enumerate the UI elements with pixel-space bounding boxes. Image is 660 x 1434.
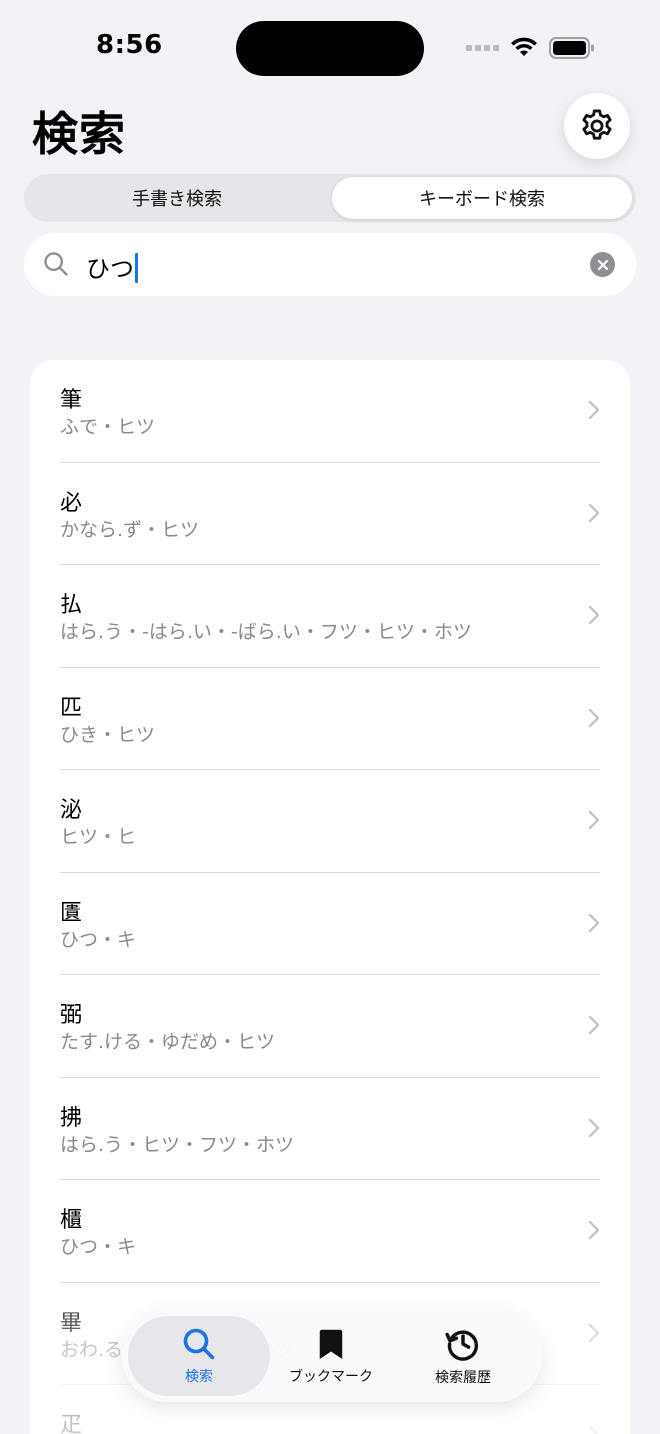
kanji-character: 拂 xyxy=(60,1105,83,1131)
list-item[interactable]: 泌ヒツ・ヒ xyxy=(60,770,600,873)
wifi-icon xyxy=(509,37,539,59)
list-item[interactable]: 払はら.う・-はら.い・-ばら.い・フツ・ヒツ・ホツ xyxy=(60,565,600,668)
search-input[interactable]: ひつ xyxy=(86,249,138,284)
kanji-reading: ひつ・キ xyxy=(60,928,137,951)
kanji-character: 泌 xyxy=(60,798,83,823)
kanji-reading: はら.う・ヒツ・フツ・ホツ xyxy=(60,1133,295,1156)
tab-bar: 検索 ブックマーク 検索履歴 xyxy=(122,1310,542,1402)
text-caret xyxy=(135,253,138,283)
list-item[interactable]: 弼たす.ける・ゆだめ・ヒツ xyxy=(60,975,600,1078)
kanji-reading: たす.ける・ゆだめ・ヒツ xyxy=(60,1031,276,1053)
settings-button[interactable] xyxy=(564,93,630,159)
chevron-right-icon xyxy=(588,400,600,420)
tab-history[interactable]: 検索履歴 xyxy=(392,1316,534,1396)
cellular-icon xyxy=(466,45,499,51)
kanji-character: 弼 xyxy=(60,1003,83,1028)
chevron-right-icon xyxy=(588,913,600,932)
page-title: 検索 xyxy=(32,107,126,161)
clear-search-button[interactable] xyxy=(590,252,615,277)
kanji-character: 筆 xyxy=(60,388,83,413)
kanji-character: 畢 xyxy=(60,1310,83,1336)
kanji-reading: ヒツ・ヒ xyxy=(60,826,137,848)
chevron-right-icon xyxy=(588,503,600,522)
search-bar[interactable]: ひつ xyxy=(24,233,636,296)
kanji-reading: ひつ・キ xyxy=(60,1236,137,1258)
chevron-right-icon xyxy=(588,708,600,727)
kanji-reading: ひき・ヒツ xyxy=(60,723,156,746)
kanji-reading: かなら.ず・ヒツ xyxy=(60,518,200,541)
chevron-right-icon xyxy=(588,605,600,625)
screen: 8:56 検索 手書き検索 キーボード検索 ひつ 筆 ふで・ヒツ 必 かなら.ず… xyxy=(0,0,660,1434)
search-input-text: ひつ xyxy=(86,255,134,283)
search-icon xyxy=(183,1328,215,1360)
tab-handwriting-search[interactable]: 手書き検索 xyxy=(27,177,327,219)
list-item[interactable]: 匱ひつ・キ xyxy=(60,873,600,975)
kanji-character: 匱 xyxy=(60,900,83,926)
tab-keyboard-search[interactable]: キーボード検索 xyxy=(332,177,632,219)
list-item[interactable]: 必かなら.ず・ヒツ xyxy=(60,463,600,565)
results-list: 筆ふで・ヒツ必かなら.ず・ヒツ払はら.う・-はら.い・-ばら.い・フツ・ヒツ・ホ… xyxy=(30,360,630,1434)
bookmark-icon xyxy=(319,1329,343,1359)
list-item[interactable]: 匹ひき・ヒツ xyxy=(60,668,600,770)
dynamic-island xyxy=(236,21,424,76)
list-item[interactable]: 筆ふで・ヒツ xyxy=(60,360,600,463)
kanji-character: 匹 xyxy=(60,695,83,721)
tab-bookmarks-label: ブックマーク xyxy=(289,1369,373,1385)
search-icon xyxy=(44,252,68,276)
chevron-right-icon xyxy=(588,1323,600,1342)
kanji-character: 払 xyxy=(60,593,83,618)
history-icon xyxy=(445,1330,479,1361)
tab-history-label: 検索履歴 xyxy=(435,1370,491,1386)
tab-search[interactable]: 検索 xyxy=(128,1316,270,1396)
kanji-character: 疋 xyxy=(60,1413,83,1434)
search-mode-segmented-control: 手書き検索 キーボード検索 xyxy=(24,174,636,222)
chevron-right-icon xyxy=(588,1220,600,1240)
status-time: 8:56 xyxy=(96,30,163,60)
close-icon xyxy=(597,259,608,270)
chevron-right-icon xyxy=(588,1425,599,1434)
battery-icon xyxy=(549,37,595,59)
chevron-right-icon xyxy=(588,1015,600,1035)
kanji-character: 必 xyxy=(60,490,83,516)
gear-icon xyxy=(582,109,612,140)
chevron-right-icon xyxy=(588,810,600,830)
kanji-reading: ふで・ヒツ xyxy=(60,416,156,438)
list-item[interactable]: 拂はら.う・ヒツ・フツ・ホツ xyxy=(60,1078,600,1180)
tab-bookmarks[interactable]: ブックマーク xyxy=(260,1316,402,1396)
status-icons xyxy=(466,34,595,62)
chevron-right-icon xyxy=(588,1118,600,1137)
kanji-character: 櫃 xyxy=(60,1208,83,1233)
kanji-reading: はら.う・-はら.い・-ばら.い・フツ・ヒツ・ホツ xyxy=(60,621,472,643)
tab-search-label: 検索 xyxy=(185,1369,213,1385)
list-item[interactable]: 櫃ひつ・キ xyxy=(60,1180,600,1283)
